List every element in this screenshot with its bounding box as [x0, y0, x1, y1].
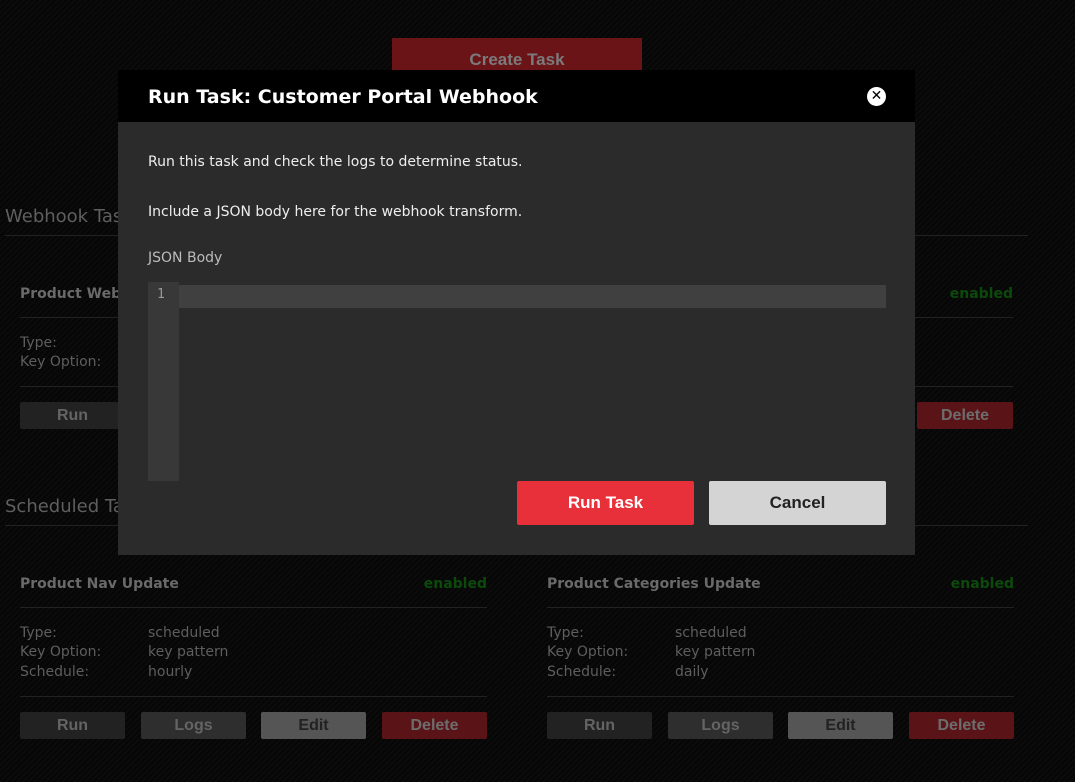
divider: [547, 607, 1014, 608]
logs-button[interactable]: Logs: [141, 712, 246, 739]
line-gutter: [148, 282, 179, 481]
modal-description: Run this task and check the logs to dete…: [148, 154, 523, 170]
edit-button[interactable]: Edit: [261, 712, 366, 739]
key-option-label: Key Option:: [20, 354, 102, 370]
modal-title: Run Task: Customer Portal Webhook: [148, 86, 538, 108]
run-button[interactable]: Run: [20, 402, 125, 429]
delete-button[interactable]: Delete: [382, 712, 487, 739]
scheduled-task-card: Product Nav Update enabled Type: schedul…: [20, 576, 487, 746]
create-task-button[interactable]: Create Task: [392, 38, 642, 72]
modal-header: Run Task: Customer Portal Webhook ✕: [118, 70, 915, 122]
schedule-value: hourly: [148, 664, 193, 680]
type-value: scheduled: [675, 625, 747, 641]
run-button[interactable]: Run: [547, 712, 652, 739]
json-body-label: JSON Body: [148, 250, 223, 266]
card-title: Product Web: [20, 286, 122, 302]
delete-button[interactable]: Delete: [917, 402, 1013, 429]
divider: [547, 696, 1014, 697]
run-task-button[interactable]: Run Task: [517, 481, 694, 525]
json-body-editor[interactable]: 1: [148, 282, 886, 481]
run-button[interactable]: Run: [20, 712, 125, 739]
divider: [20, 696, 487, 697]
card-title: Product Nav Update: [20, 576, 179, 592]
delete-button[interactable]: Delete: [909, 712, 1014, 739]
logs-button[interactable]: Logs: [668, 712, 773, 739]
status-badge: enabled: [949, 286, 1013, 302]
schedule-label: Schedule:: [547, 664, 617, 680]
schedule-label: Schedule:: [20, 664, 90, 680]
type-label: Type:: [20, 335, 57, 351]
modal-instructions: Include a JSON body here for the webhook…: [148, 204, 523, 220]
close-icon[interactable]: ✕: [867, 87, 886, 106]
type-value: scheduled: [148, 625, 220, 641]
scheduled-task-card: Product Categories Update enabled Type: …: [547, 576, 1014, 746]
type-label: Type:: [547, 625, 584, 641]
schedule-value: daily: [675, 664, 709, 680]
edit-button[interactable]: Edit: [788, 712, 893, 739]
status-badge: enabled: [423, 576, 487, 592]
card-title: Product Categories Update: [547, 576, 761, 592]
status-badge: enabled: [950, 576, 1014, 592]
key-option-value: key pattern: [148, 644, 229, 660]
section-title-scheduled: Scheduled Ta: [5, 496, 124, 517]
active-line: [148, 285, 886, 308]
run-task-modal: Run Task: Customer Portal Webhook ✕ Run …: [118, 70, 915, 555]
cancel-button[interactable]: Cancel: [709, 481, 886, 525]
type-label: Type:: [20, 625, 57, 641]
key-option-value: key pattern: [675, 644, 756, 660]
divider: [20, 607, 487, 608]
key-option-label: Key Option:: [20, 644, 102, 660]
line-number: 1: [157, 287, 165, 302]
section-title-webhook: Webhook Tas: [5, 206, 123, 227]
key-option-label: Key Option:: [547, 644, 629, 660]
